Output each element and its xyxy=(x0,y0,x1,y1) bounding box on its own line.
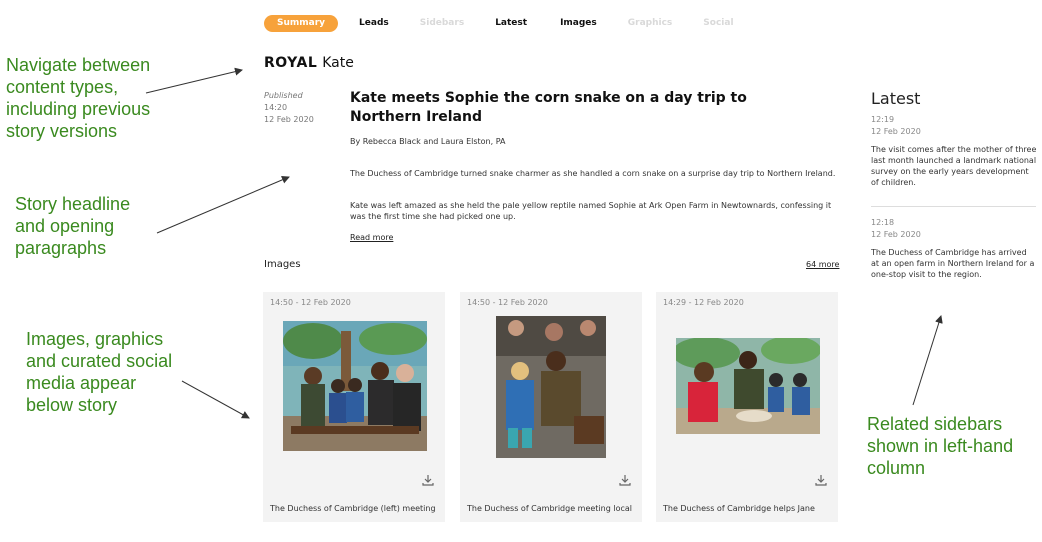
tab-graphics: Graphics xyxy=(627,18,673,28)
image-card[interactable]: 14:50 - 12 Feb 2020 The Duchess of Cambr… xyxy=(460,292,642,522)
latest-title: Latest xyxy=(871,89,921,108)
latest-item-text: The visit comes after the mother of thre… xyxy=(871,145,1037,187)
image-timestamp: 14:50 - 12 Feb 2020 xyxy=(467,298,548,307)
latest-divider xyxy=(871,206,1036,207)
arrow-to-images xyxy=(181,380,250,419)
annotation-story: Story headline and opening paragraphs xyxy=(15,194,131,258)
story-kicker: ROYAL xyxy=(264,55,318,71)
latest-item-time: 12:19 xyxy=(871,115,895,124)
tab-social: Social xyxy=(703,18,734,28)
published-label: Published xyxy=(264,91,303,100)
download-icon[interactable] xyxy=(421,473,435,487)
published-date: 12 Feb 2020 xyxy=(264,115,314,124)
image-caption: The Duchess of Cambridge (left) meeting xyxy=(270,504,436,513)
arrow-to-latest xyxy=(912,315,943,406)
download-icon[interactable] xyxy=(618,473,632,487)
read-more-link[interactable]: Read more xyxy=(350,233,393,242)
tab-images[interactable]: Images xyxy=(560,15,597,32)
tab-leads[interactable]: Leads xyxy=(359,15,389,32)
images-section-title: Images xyxy=(264,259,301,270)
photo-meeting-children xyxy=(496,316,606,458)
image-caption: The Duchess of Cambridge helps Jane xyxy=(663,504,815,513)
image-card[interactable]: 14:29 - 12 Feb 2020 The Duchess of Cambr… xyxy=(656,292,838,522)
image-timestamp: 14:29 - 12 Feb 2020 xyxy=(663,298,744,307)
story-topic: Kate xyxy=(322,55,354,71)
story-paragraph: The Duchess of Cambridge turned snake ch… xyxy=(350,169,836,178)
latest-item-time: 12:18 xyxy=(871,218,895,227)
image-thumbnail[interactable] xyxy=(676,338,820,434)
published-time: 14:20 xyxy=(264,103,288,112)
tab-sidebars: Sidebars xyxy=(419,18,465,28)
latest-item-date: 12 Feb 2020 xyxy=(871,127,921,136)
image-thumbnail[interactable] xyxy=(496,316,606,458)
latest-item-text: The Duchess of Cambridge has arrived at … xyxy=(871,248,1035,279)
image-timestamp: 14:50 - 12 Feb 2020 xyxy=(270,298,351,307)
story-paragraph: Kate was left amazed as she held the pal… xyxy=(350,201,832,221)
story-byline: By Rebecca Black and Laura Elston, PA xyxy=(350,137,506,146)
latest-sidebar: Latest 12:19 12 Feb 2020 The visit comes… xyxy=(871,89,1037,279)
images-more-link[interactable]: 64 more xyxy=(806,260,839,269)
image-caption: The Duchess of Cambridge meeting local xyxy=(467,504,632,513)
story-headline: Kate meets Sophie the corn snake on a da… xyxy=(350,90,747,125)
annotation-media: Images, graphics and curated social medi… xyxy=(26,329,173,415)
latest-item-date: 12 Feb 2020 xyxy=(871,230,921,239)
published-meta: Published 14:20 12 Feb 2020 xyxy=(264,90,314,126)
content-type-tabs: Summary Leads Sidebars Latest Images Gra… xyxy=(264,15,734,32)
tab-latest[interactable]: Latest xyxy=(495,15,527,32)
latest-item[interactable]: 12:18 12 Feb 2020 The Duchess of Cambrid… xyxy=(871,217,1037,280)
latest-item[interactable]: 12:19 12 Feb 2020 The visit comes after … xyxy=(871,114,1037,188)
story-topic-header: ROYAL Kate xyxy=(264,55,354,71)
photo-helping-child xyxy=(676,338,820,434)
download-icon[interactable] xyxy=(814,473,828,487)
tab-summary[interactable]: Summary xyxy=(264,15,339,32)
arrow-to-story xyxy=(156,176,290,234)
arrow-to-tabs xyxy=(145,67,243,94)
photo-royal-visit-group xyxy=(283,321,427,451)
annotation-sidebars: Related sidebars shown in left-hand colu… xyxy=(867,414,1014,478)
image-thumbnail[interactable] xyxy=(283,321,427,451)
annotation-navigate: Navigate between content types, includin… xyxy=(6,55,151,141)
image-card[interactable]: 14:50 - 12 Feb 2020 The Duchess of Cambr… xyxy=(263,292,445,522)
